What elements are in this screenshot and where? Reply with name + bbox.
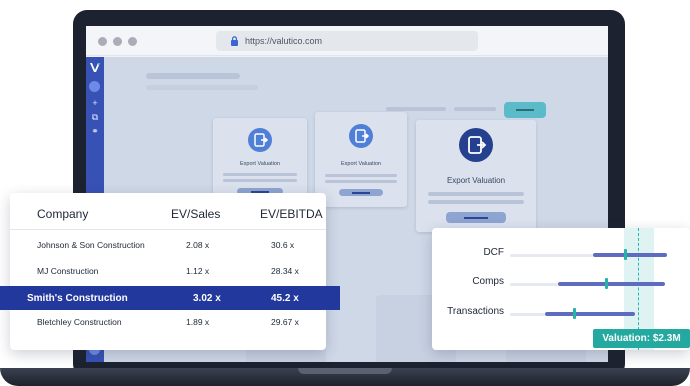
range-marker[interactable] — [624, 249, 628, 260]
range-track — [510, 283, 558, 286]
window-minimize-dot[interactable] — [113, 37, 122, 46]
export-icon — [459, 128, 493, 162]
ev-ebitda-cell: 45.2 x — [271, 293, 299, 304]
range-track — [510, 313, 546, 316]
address-bar-url: https://valutico.com — [245, 36, 323, 46]
range-bar — [593, 253, 667, 257]
column-header-ev-ebitda[interactable]: EV/EBITDA — [260, 207, 323, 221]
plus-icon[interactable]: + — [89, 97, 101, 109]
card-line — [223, 179, 297, 182]
card-line — [223, 173, 297, 176]
window-close-dot[interactable] — [98, 37, 107, 46]
address-bar[interactable]: https://valutico.com — [216, 31, 478, 51]
ev-sales-cell: 1.89 x — [186, 317, 210, 327]
laptop-notch — [298, 368, 392, 374]
valuation-method-label: DCF — [483, 247, 504, 258]
valuation-range-panel: DCF Comps Transactions Valuation: $2.3M — [432, 228, 690, 350]
ev-ebitda-cell: 28.34 x — [271, 266, 299, 276]
table-row-selected[interactable]: Smith's Construction 3.02 x 45.2 x — [0, 286, 340, 310]
export-icon — [349, 124, 373, 148]
card-label: Export Valuation — [240, 161, 280, 167]
export-card[interactable]: Export Valuation — [213, 118, 307, 198]
company-cell[interactable]: Johnson & Son Construction — [37, 240, 145, 250]
ev-sales-cell: 3.02 x — [193, 293, 221, 304]
primary-action-button[interactable] — [504, 102, 546, 118]
company-cell[interactable]: Smith's Construction — [27, 293, 128, 304]
card-label: Export Valuation — [341, 161, 381, 167]
card-label: Export Valuation — [446, 176, 506, 185]
range-bar — [558, 282, 666, 286]
range-marker[interactable] — [573, 308, 576, 319]
link-icon[interactable]: ⚭ — [89, 125, 101, 137]
valutico-logo-icon[interactable] — [89, 62, 101, 73]
valuation-badge: Valuation: $2.3M — [593, 329, 690, 348]
ev-sales-cell: 1.12 x — [186, 266, 210, 276]
page-subtitle-placeholder — [146, 85, 258, 90]
export-valuation-button[interactable] — [446, 212, 506, 223]
lock-icon — [231, 36, 238, 46]
column-header-ev-sales[interactable]: EV/Sales — [171, 207, 220, 221]
range-track — [510, 254, 594, 257]
card-line — [325, 180, 397, 183]
card-line — [428, 200, 524, 204]
valuation-method-label: Comps — [472, 276, 504, 287]
ev-sales-cell: 2.08 x — [186, 240, 210, 250]
toolbar-placeholder — [386, 107, 446, 111]
export-icon — [248, 128, 272, 152]
company-cell[interactable]: MJ Construction — [37, 266, 98, 276]
copy-icon[interactable]: ⧉ — [89, 111, 101, 123]
stage: https://valutico.com + ⧉ ⚭ Export Valuat… — [0, 0, 690, 386]
folder-icon[interactable] — [89, 81, 100, 92]
valuation-method-label: Transactions — [447, 306, 504, 317]
card-line — [325, 174, 397, 177]
browser-toolbar: https://valutico.com — [86, 26, 608, 56]
card-line — [428, 192, 524, 196]
company-cell[interactable]: Bletchley Construction — [37, 317, 122, 327]
header-divider — [10, 229, 326, 230]
range-marker[interactable] — [605, 278, 608, 289]
column-header-company[interactable]: Company — [37, 207, 88, 221]
range-bar — [545, 312, 635, 316]
page-title-placeholder — [146, 73, 240, 79]
export-valuation-button[interactable] — [339, 189, 383, 196]
export-card[interactable]: Export Valuation — [416, 120, 536, 232]
ev-ebitda-cell: 30.6 x — [271, 240, 295, 250]
window-maximize-dot[interactable] — [128, 37, 137, 46]
toolbar-placeholder — [454, 107, 496, 111]
ev-ebitda-cell: 29.67 x — [271, 317, 299, 327]
export-card[interactable]: Export Valuation — [315, 112, 407, 207]
comparables-table: Company EV/Sales EV/EBITDA Johnson & Son… — [10, 193, 326, 350]
